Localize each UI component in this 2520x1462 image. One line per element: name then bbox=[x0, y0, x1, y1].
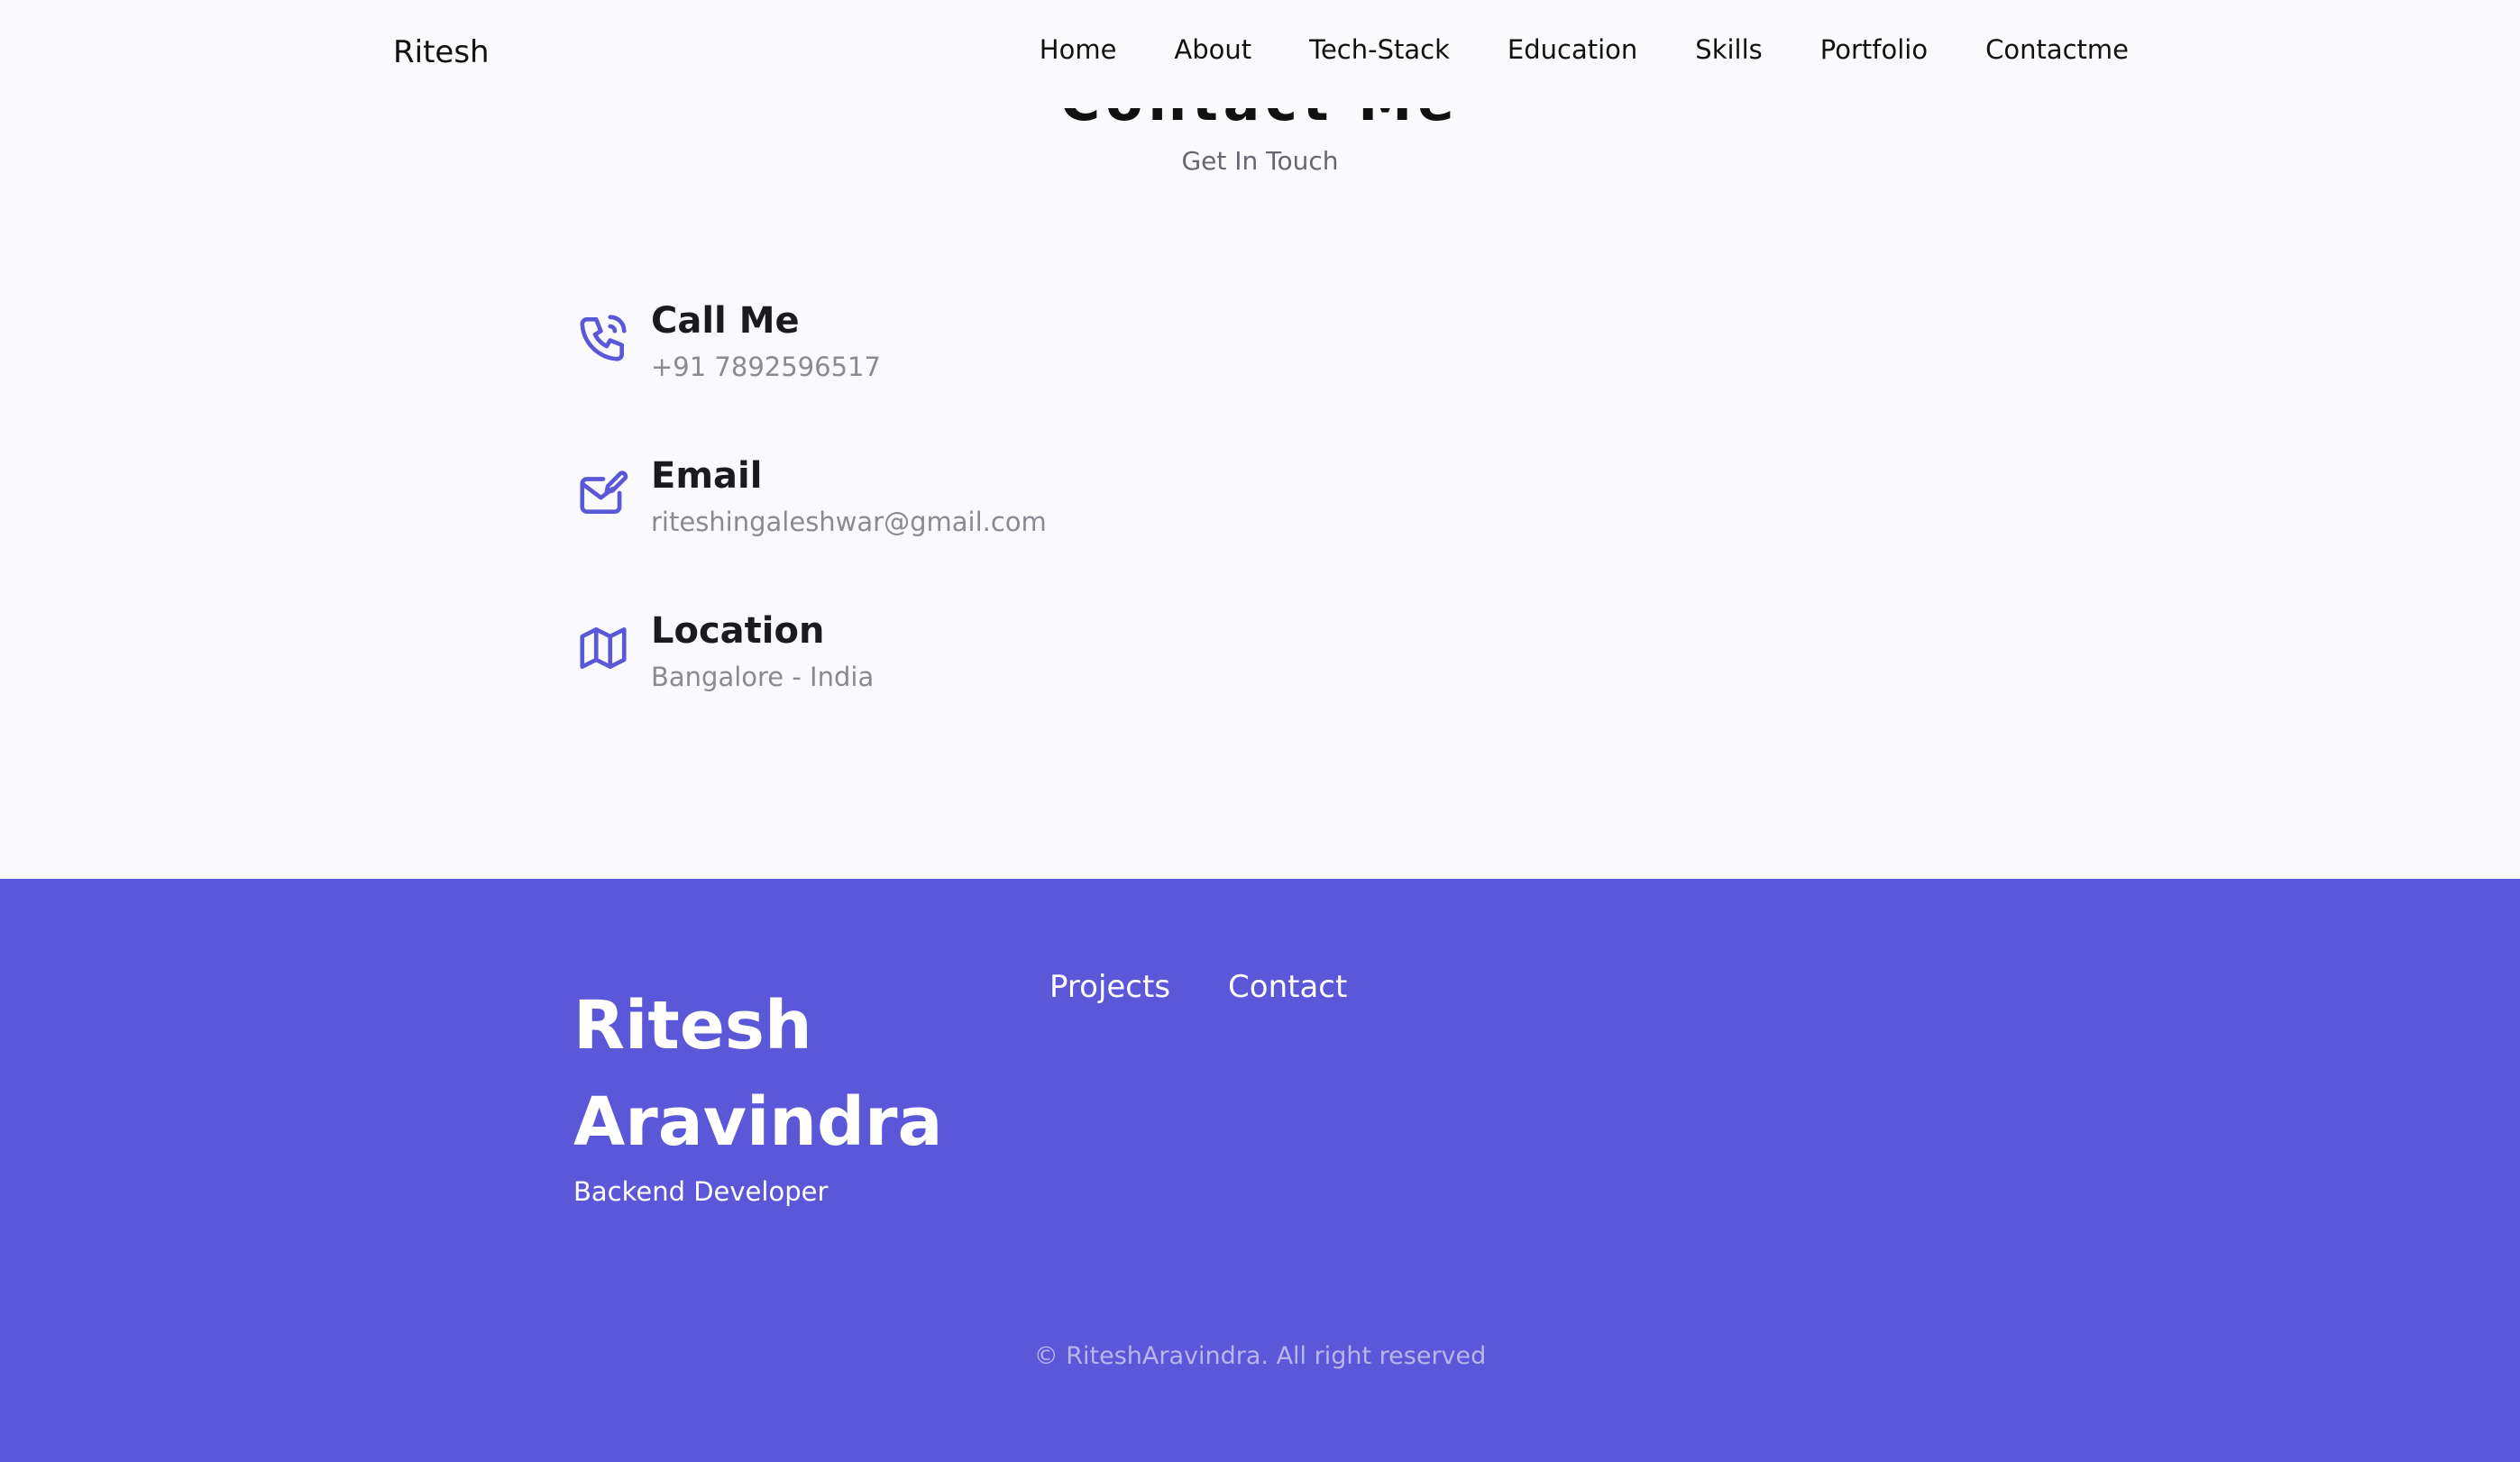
header: Ritesh Home About Tech-Stack Education S… bbox=[0, 0, 2520, 108]
nav-education[interactable]: Education bbox=[1507, 34, 1637, 65]
main-nav: Home About Tech-Stack Education Skills P… bbox=[1040, 34, 2129, 65]
section-title-container: Contact Me bbox=[0, 108, 2520, 124]
section-subtitle: Get In Touch bbox=[1181, 146, 1339, 176]
footer-link-projects[interactable]: Projects bbox=[1049, 969, 1170, 1005]
copyright: © RiteshAravindra. All right reserved bbox=[1033, 1342, 1487, 1370]
contact-value[interactable]: riteshingaleshwar@gmail.com bbox=[651, 507, 1047, 537]
section-title: Contact Me bbox=[1060, 108, 1460, 124]
contact-value: Bangalore - India bbox=[651, 662, 875, 692]
contact-title: Email bbox=[651, 455, 763, 497]
contact-text-email: Email riteshingaleshwar@gmail.com bbox=[651, 454, 1047, 537]
contact-text-phone: Call Me +91 7892596517 bbox=[651, 299, 881, 382]
contact-item-email: Email riteshingaleshwar@gmail.com bbox=[575, 454, 1047, 537]
nav-portfolio[interactable]: Portfolio bbox=[1820, 34, 1928, 65]
nav-tech-stack[interactable]: Tech-Stack bbox=[1309, 34, 1450, 65]
mail-edit-icon bbox=[575, 465, 631, 521]
footer: Ritesh Aravindra Backend Developer Proje… bbox=[0, 879, 2520, 1462]
nav-home[interactable]: Home bbox=[1040, 34, 1117, 65]
contact-value[interactable]: +91 7892596517 bbox=[651, 352, 881, 382]
nav-skills[interactable]: Skills bbox=[1695, 34, 1762, 65]
nav-about[interactable]: About bbox=[1174, 34, 1251, 65]
footer-role: Backend Developer bbox=[573, 1176, 829, 1207]
page: Ritesh Home About Tech-Stack Education S… bbox=[0, 0, 2520, 1462]
contact-title: Location bbox=[651, 610, 825, 652]
contact-item-phone: Call Me +91 7892596517 bbox=[575, 299, 881, 382]
contact-text-location: Location Bangalore - India bbox=[651, 609, 874, 692]
phone-icon bbox=[575, 310, 631, 366]
nav-contactme[interactable]: Contactme bbox=[1985, 34, 2129, 65]
footer-link-contact[interactable]: Contact bbox=[1228, 969, 1347, 1005]
logo[interactable]: Ritesh bbox=[393, 34, 490, 70]
footer-name: Ritesh Aravindra bbox=[573, 987, 943, 1161]
contact-title: Call Me bbox=[651, 300, 800, 342]
map-icon bbox=[575, 620, 631, 676]
contact-item-location: Location Bangalore - India bbox=[575, 609, 874, 692]
footer-links: Projects Contact bbox=[1049, 969, 1347, 1005]
